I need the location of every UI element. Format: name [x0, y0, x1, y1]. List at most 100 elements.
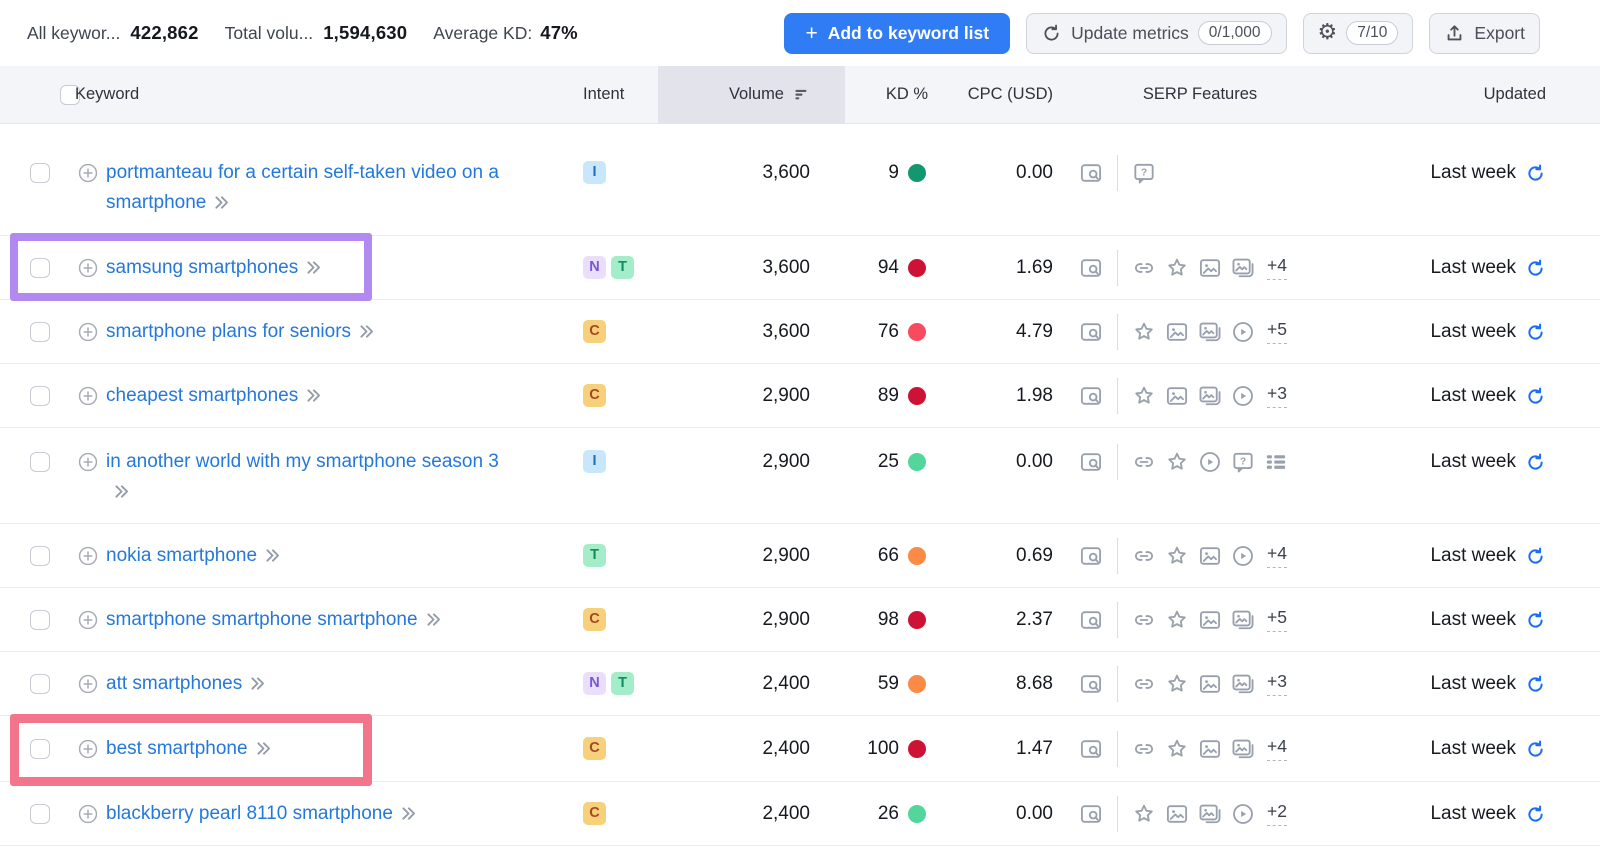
- row-checkbox[interactable]: [30, 546, 50, 566]
- row-checkbox[interactable]: [30, 163, 50, 183]
- keyword-link[interactable]: smartphone smartphone smartphone: [106, 605, 443, 639]
- serp-preview-icon[interactable]: [1078, 801, 1104, 827]
- row-checkbox[interactable]: [30, 804, 50, 824]
- row-checkbox[interactable]: [30, 452, 50, 472]
- open-keyword-chevrons-icon[interactable]: [304, 257, 323, 287]
- open-keyword-chevrons-icon[interactable]: [263, 545, 282, 575]
- refresh-icon[interactable]: [1525, 804, 1546, 825]
- faq-icon: ?: [1230, 449, 1256, 475]
- open-keyword-chevrons-icon[interactable]: [424, 609, 443, 639]
- serp-more-count[interactable]: +5: [1267, 608, 1287, 632]
- volume-value: 3,600: [762, 321, 810, 342]
- export-button[interactable]: Export: [1429, 12, 1540, 54]
- serp-preview-icon[interactable]: [1078, 543, 1104, 569]
- table-row: smartphone smartphone smartphone C 2,900 98…: [0, 588, 1600, 652]
- export-label: Export: [1474, 22, 1525, 43]
- keyword-link[interactable]: nokia smartphone: [106, 541, 282, 575]
- refresh-icon[interactable]: [1525, 258, 1546, 279]
- serp-preview-icon[interactable]: [1078, 607, 1104, 633]
- column-header-volume[interactable]: Volume: [658, 66, 845, 123]
- column-header-updated[interactable]: Updated: [1335, 85, 1600, 104]
- keyword-link[interactable]: samsung smartphones: [106, 253, 323, 287]
- refresh-icon[interactable]: [1525, 322, 1546, 343]
- refresh-icon[interactable]: [1525, 163, 1546, 184]
- serp-preview-icon[interactable]: [1078, 671, 1104, 697]
- add-keyword-icon[interactable]: [77, 803, 99, 831]
- total-volume-value: 1,594,630: [323, 22, 408, 43]
- add-keyword-icon[interactable]: [77, 609, 99, 637]
- refresh-icon[interactable]: [1525, 739, 1546, 760]
- open-keyword-chevrons-icon[interactable]: [112, 481, 131, 511]
- refresh-icon[interactable]: [1525, 386, 1546, 407]
- cpc-value: 4.79: [1016, 321, 1053, 342]
- column-header-keyword[interactable]: Keyword: [64, 85, 570, 104]
- open-keyword-chevrons-icon[interactable]: [254, 738, 273, 768]
- open-keyword-chevrons-icon[interactable]: [399, 803, 418, 833]
- keyword-link[interactable]: blackberry pearl 8110 smartphone: [106, 799, 418, 833]
- serp-preview-icon[interactable]: [1078, 449, 1104, 475]
- row-checkbox[interactable]: [30, 322, 50, 342]
- column-header-serp-features[interactable]: SERP Features: [1065, 85, 1335, 104]
- add-keyword-icon[interactable]: [77, 673, 99, 701]
- add-to-keyword-list-button[interactable]: + Add to keyword list: [784, 12, 1011, 54]
- plus-icon: +: [805, 21, 818, 45]
- intent-badge-commercial: C: [583, 320, 606, 343]
- serp-preview-icon[interactable]: [1078, 383, 1104, 409]
- add-keyword-icon[interactable]: [77, 257, 99, 285]
- row-checkbox[interactable]: [30, 386, 50, 406]
- add-keyword-icon[interactable]: [77, 738, 99, 766]
- serp-features-cell: +3: [1065, 378, 1335, 414]
- keyword-link[interactable]: smartphone plans for seniors: [106, 317, 376, 351]
- image-icon: [1164, 319, 1190, 345]
- serp-preview-icon[interactable]: [1078, 319, 1104, 345]
- column-header-intent[interactable]: Intent: [570, 85, 658, 104]
- keyword-link[interactable]: best smartphone: [106, 734, 273, 768]
- serp-more-count[interactable]: +4: [1267, 544, 1287, 568]
- keyword-link[interactable]: in another world with my smartphone seas…: [106, 447, 518, 511]
- row-checkbox[interactable]: [30, 610, 50, 630]
- serp-more-count[interactable]: +4: [1267, 737, 1287, 761]
- open-keyword-chevrons-icon[interactable]: [212, 192, 231, 222]
- add-keyword-icon[interactable]: [77, 545, 99, 573]
- stat-average-kd: Average KD: 47%: [433, 22, 578, 44]
- add-keyword-icon[interactable]: [77, 162, 99, 190]
- keyword-link[interactable]: portmanteau for a certain self-taken vid…: [106, 158, 551, 222]
- divider: [1117, 155, 1118, 191]
- kd-value: 25: [877, 451, 899, 472]
- open-keyword-chevrons-icon[interactable]: [357, 321, 376, 351]
- serp-more-count[interactable]: +3: [1267, 672, 1287, 696]
- settings-button[interactable]: ⚙ 7/10: [1302, 12, 1414, 54]
- add-keyword-icon[interactable]: [77, 385, 99, 413]
- star-icon: [1131, 801, 1157, 827]
- row-checkbox[interactable]: [30, 674, 50, 694]
- serp-preview-icon[interactable]: [1078, 736, 1104, 762]
- star-icon: [1164, 607, 1190, 633]
- serp-features-cell: +5: [1065, 314, 1335, 350]
- open-keyword-chevrons-icon[interactable]: [304, 385, 323, 415]
- refresh-icon[interactable]: [1525, 452, 1546, 473]
- refresh-icon[interactable]: [1525, 674, 1546, 695]
- serp-more-count[interactable]: +4: [1267, 256, 1287, 280]
- intent-cell: NT: [570, 253, 658, 299]
- add-keyword-icon[interactable]: [77, 321, 99, 349]
- row-checkbox[interactable]: [30, 739, 50, 759]
- serp-preview-icon[interactable]: [1078, 255, 1104, 281]
- kd-difficulty-dot: [908, 453, 926, 471]
- refresh-icon[interactable]: [1525, 546, 1546, 567]
- column-header-cpc[interactable]: CPC (USD): [935, 85, 1065, 104]
- keyword-link[interactable]: cheapest smartphones: [106, 381, 323, 415]
- keyword-link[interactable]: att smartphones: [106, 669, 267, 703]
- refresh-icon[interactable]: [1525, 610, 1546, 631]
- serp-preview-icon[interactable]: [1078, 160, 1104, 186]
- serp-features-cell: +4: [1065, 250, 1335, 286]
- serp-more-count[interactable]: +2: [1267, 802, 1287, 826]
- intent-cell: C: [570, 317, 658, 363]
- open-keyword-chevrons-icon[interactable]: [248, 673, 267, 703]
- image-icon: [1164, 383, 1190, 409]
- column-header-kd[interactable]: KD %: [845, 85, 935, 104]
- row-checkbox[interactable]: [30, 258, 50, 278]
- add-keyword-icon[interactable]: [77, 451, 99, 479]
- serp-more-count[interactable]: +3: [1267, 384, 1287, 408]
- update-metrics-button[interactable]: Update metrics 0/1,000: [1026, 12, 1287, 54]
- serp-more-count[interactable]: +5: [1267, 320, 1287, 344]
